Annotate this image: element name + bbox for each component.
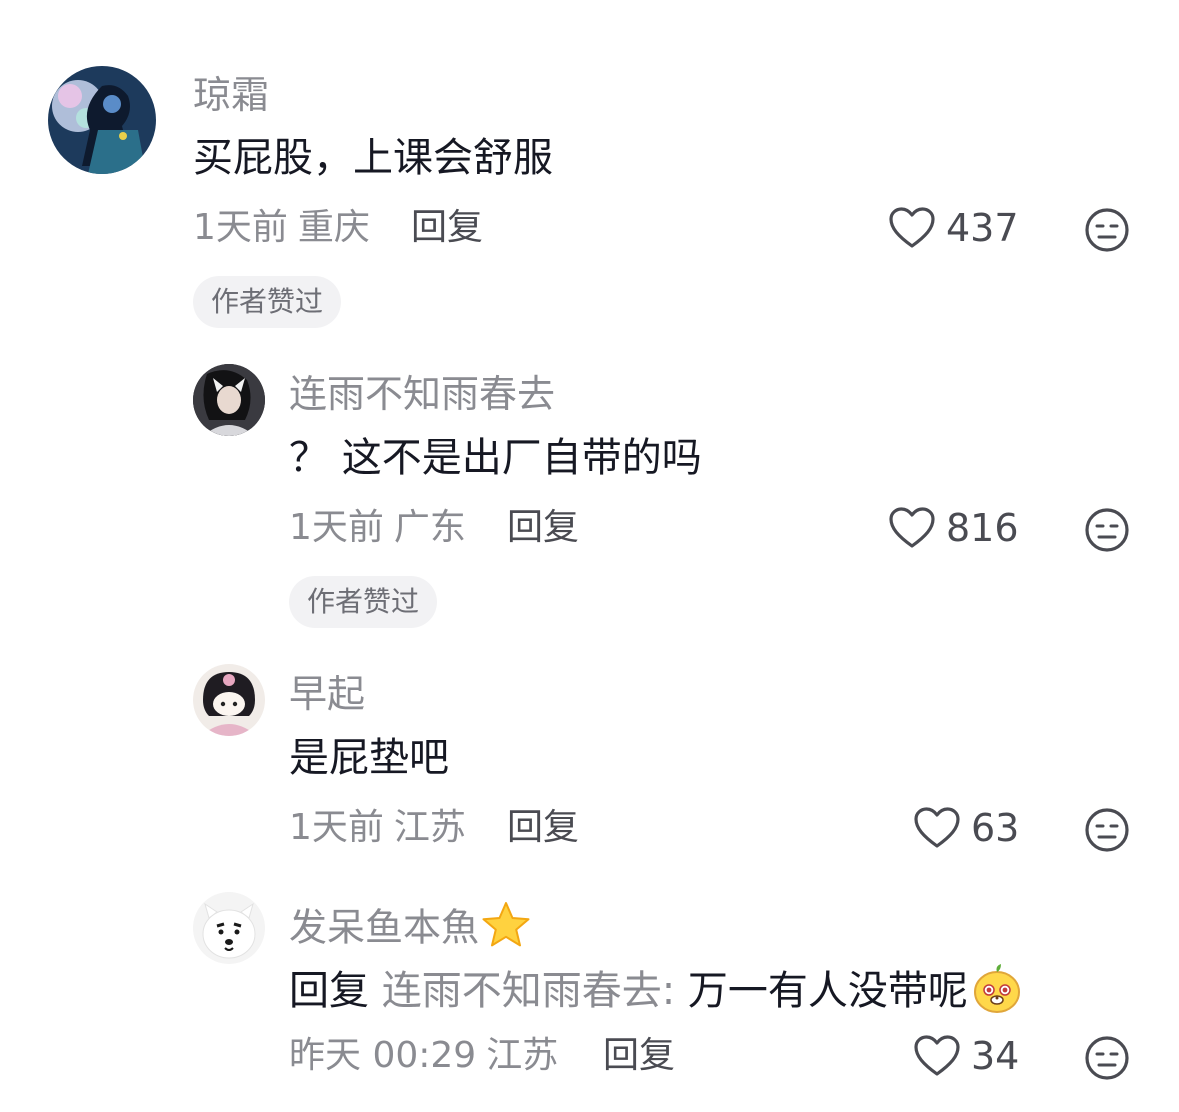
comment-location: 重庆 — [297, 207, 370, 248]
avatar-dark-anime-icon — [48, 66, 156, 174]
user-avatar[interactable] — [193, 892, 265, 964]
like-button[interactable]: 816 — [888, 506, 1019, 550]
comment-meta: 1天前 江苏 — [289, 810, 466, 846]
reply-button[interactable]: 回复 — [507, 510, 579, 546]
heart-icon — [889, 207, 935, 248]
meh-face-icon — [1085, 508, 1129, 552]
comment-username[interactable]: 连雨不知雨春去 — [289, 375, 555, 413]
comment-text: 回复 连雨不知雨春去: 万一有人没带呢 — [289, 964, 1024, 1020]
avatar-samoyed-dog-icon — [193, 892, 265, 964]
user-avatar[interactable] — [193, 364, 265, 436]
reply-target-username[interactable]: 连雨不知雨春去: — [382, 968, 675, 1014]
dislike-button[interactable] — [1083, 1034, 1131, 1082]
like-count: 437 — [946, 206, 1019, 250]
comment-username[interactable]: 发呆鱼本魚 — [289, 902, 533, 957]
like-button[interactable]: 34 — [913, 1034, 1019, 1078]
reply-button[interactable]: 回复 — [507, 810, 579, 846]
comment-time: 1天前 — [289, 507, 384, 548]
avatar-kuromi-plush-icon — [193, 664, 265, 736]
author-liked-badge: 作者赞过 — [289, 576, 438, 628]
comment-time: 1天前 — [193, 207, 288, 248]
comment-username[interactable]: 琼霜 — [193, 76, 269, 114]
face-emoji-icon — [970, 962, 1024, 1016]
comment-meta: 1天前 广东 — [289, 510, 466, 546]
like-count: 816 — [946, 506, 1019, 550]
reply-prefix: 回复 — [289, 968, 369, 1014]
username-text: 发呆鱼本魚 — [289, 905, 480, 950]
dislike-button[interactable] — [1083, 206, 1131, 254]
reply-button[interactable]: 回复 — [603, 1038, 675, 1074]
like-count: 34 — [971, 1034, 1020, 1078]
star-icon — [479, 899, 533, 953]
comment-body: 万一有人没带呢 — [687, 968, 968, 1014]
comment-time: 1天前 — [289, 807, 384, 848]
like-button[interactable]: 63 — [913, 806, 1019, 850]
like-button[interactable]: 437 — [888, 206, 1019, 250]
heart-icon — [889, 507, 935, 548]
comment-meta: 昨天 00:29 江苏 — [289, 1038, 558, 1074]
heart-icon — [914, 1035, 960, 1076]
comment-location: 江苏 — [486, 1035, 559, 1076]
comment-username[interactable]: 早起 — [289, 675, 365, 713]
comment-meta: 1天前 重庆 — [193, 210, 370, 246]
reply-button[interactable]: 回复 — [411, 210, 483, 246]
comment-location: 江苏 — [393, 807, 466, 848]
meh-face-icon — [1085, 1036, 1129, 1080]
author-liked-badge: 作者赞过 — [193, 276, 342, 328]
heart-icon — [914, 807, 960, 848]
comment-text: 是屁垫吧 — [289, 735, 449, 781]
comment-text: 买屁股，上课会舒服 — [193, 135, 553, 181]
dislike-button[interactable] — [1083, 806, 1131, 854]
user-avatar[interactable] — [48, 66, 156, 174]
like-count: 63 — [971, 806, 1020, 850]
comment-location: 广东 — [393, 507, 466, 548]
comment-time: 昨天 00:29 — [289, 1035, 477, 1076]
dislike-button[interactable] — [1083, 506, 1131, 554]
user-avatar[interactable] — [193, 664, 265, 736]
meh-face-icon — [1085, 208, 1129, 252]
comment-text: ？ 这不是出厂自带的吗 — [289, 435, 702, 481]
avatar-girl-photo-icon — [193, 364, 265, 436]
meh-face-icon — [1085, 808, 1129, 852]
